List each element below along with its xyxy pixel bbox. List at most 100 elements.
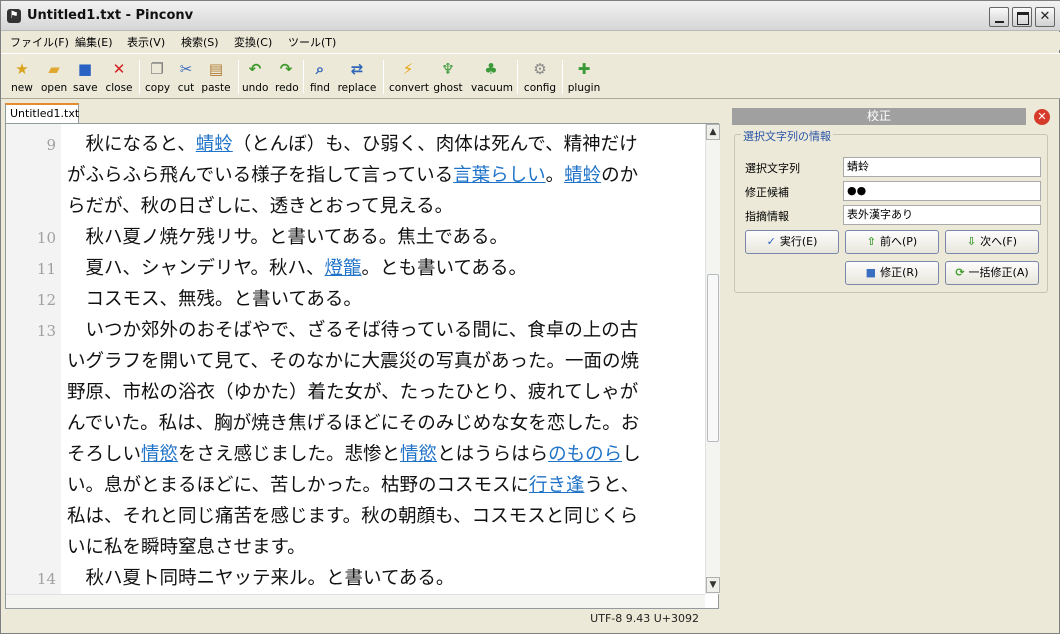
flagged-word[interactable]: 蜻蛉 — [196, 134, 233, 155]
flagged-word[interactable]: 言葉らしい — [453, 165, 546, 186]
toolbar-ghost-button[interactable]: ♆ ghost — [433, 58, 463, 96]
line-text[interactable]: 野原、市松の浴衣（ゆかた）着た女が、たったひとり、疲れてしゃが — [67, 377, 638, 408]
line-text[interactable]: いグラフを開いて見て、そのなかに大震災の写真があった。一面の焼 — [67, 346, 639, 377]
toolbar-copy-button[interactable]: ❐ copy — [145, 58, 170, 96]
menu-item[interactable]: 表示(V) — [127, 33, 165, 51]
button-label: 修正(R) — [880, 266, 919, 279]
menu-item[interactable]: 検索(S) — [181, 33, 219, 51]
line-text[interactable]: コスモス、無残。と書いてある。 — [67, 284, 362, 315]
text-segment: し — [622, 444, 641, 465]
flagged-word[interactable]: 蜻蛉 — [564, 165, 601, 186]
button-label: 一括修正(A) — [968, 266, 1029, 279]
toolbar-vacuum-button[interactable]: ♣ vacuum — [471, 58, 513, 96]
menu-item[interactable]: ファイル(F) — [10, 33, 69, 51]
menu-item[interactable]: ツール(T) — [288, 33, 336, 51]
toolbar-label: save — [73, 82, 98, 94]
panel-close-button[interactable]: ✕ — [1034, 109, 1050, 125]
text-segment: 。 — [545, 165, 565, 186]
flagged-word[interactable]: 燈籠 — [325, 258, 362, 279]
line-text[interactable]: そろしい情慾をさえ感じました。悲惨と情慾とはうらはらのものらし — [67, 439, 641, 470]
line-text[interactable]: んでいた。私は、胸が焼き焦げるほどにそのみじめな女を恋した。お — [67, 408, 639, 439]
line-text[interactable]: いつか郊外のおそばやで、ざるそば待っている間に、食卓の上の古 — [67, 315, 639, 346]
toolbar-close-button[interactable]: ✕ close — [105, 58, 133, 96]
flagged-word[interactable]: のものら — [548, 444, 622, 465]
toolbar-replace-button[interactable]: ⇄ replace — [337, 58, 377, 96]
line-text[interactable]: 私は、それと同じ痛苦を感じます。秋の朝顔も、コスモスと同じくら — [67, 501, 638, 532]
line-text[interactable]: 秋ハ夏ト同時ニヤッテ来ル。と書いてある。 — [67, 563, 455, 594]
window-title: Untitled1.txt - Pinconv — [27, 8, 194, 23]
line-text[interactable]: 秋ハ夏ノ焼ケ残リサ。と書いてある。焦土である。 — [67, 222, 509, 253]
execute-button[interactable]: ✓ 実行(E) — [745, 230, 839, 254]
scissors-icon: ✂ — [179, 60, 193, 78]
status-bar: UTF-8 9.43 U+3092 — [5, 609, 719, 629]
status-encoding-position: UTF-8 9.43 U+3092 — [590, 612, 699, 625]
toolbar-undo-button[interactable]: ↶ undo — [242, 58, 268, 96]
toolbar-redo-button[interactable]: ↷ redo — [275, 58, 299, 96]
text-segment: コスモス、無残。と書いてある。 — [67, 289, 362, 310]
toolbar-label: ghost — [433, 82, 463, 94]
toolbar-plugin-button[interactable]: ✚ plugin — [567, 58, 601, 96]
toolbar-paste-button[interactable]: ▤ paste — [201, 58, 231, 96]
field-label: 選択文字列 — [745, 162, 800, 175]
flagged-word[interactable]: 情慾 — [141, 444, 178, 465]
toolbar-cut-button[interactable]: ✂ cut — [175, 58, 197, 96]
toolbar-config-button[interactable]: ⚙ config — [523, 58, 557, 96]
text-segment: （とんぼ）も、ひ弱く、肉体は死んで、精神だけ — [232, 134, 638, 155]
flagged-word[interactable]: 行き逢 — [529, 475, 585, 496]
gear-icon: ⚙ — [533, 60, 547, 78]
maximize-button[interactable] — [1012, 7, 1032, 27]
flagged-word[interactable]: 情慾 — [400, 444, 437, 465]
text-editor[interactable]: 9 秋になると、蜻蛉（とんぼ）も、ひ弱く、肉体は死んで、精神だけ がふらふら飛んで… — [5, 123, 720, 609]
tab-untitled1[interactable]: Untitled1.txt — [5, 103, 79, 123]
toolbar-new-button[interactable]: ★ new — [11, 58, 33, 96]
toolbar-save-button[interactable]: ■ save — [73, 58, 98, 96]
scroll-down-button[interactable]: ▼ — [706, 577, 720, 593]
title-bar[interactable]: ⚑ Untitled1.txt - Pinconv ✕ — [1, 1, 1060, 31]
toolbar-label: new — [11, 82, 33, 94]
line-text[interactable]: がふらふら飛んでいる様子を指して言っている言葉らしい。蜻蛉のか — [67, 160, 638, 191]
menu-item[interactable]: 編集(E) — [75, 33, 113, 51]
line-text[interactable]: い。息がとまるほどに、苦しかった。枯野のコスモスに行き逢うと、 — [67, 470, 639, 501]
next-button[interactable]: ⇩ 次へ(F) — [945, 230, 1039, 254]
copy-icon: ❐ — [150, 60, 164, 78]
line-number: 11 — [36, 260, 56, 278]
toolbar-label: redo — [275, 82, 299, 94]
close-x-icon: ✕ — [112, 60, 126, 78]
fix-button[interactable]: ■ 修正(R) — [845, 261, 939, 285]
text-segment: いに私を瞬時窒息させます。 — [67, 537, 306, 558]
editor-line: いに私を瞬時窒息させます。 — [6, 532, 706, 563]
proofread-panel: 校正 ✕ 選択文字列の情報 選択文字列 蜻蛉 修正候補 ●● 指摘情報 表外漢字… — [732, 108, 1050, 628]
previous-button[interactable]: ⇧ 前へ(P) — [845, 230, 939, 254]
suggestion-field[interactable]: ●● — [843, 181, 1041, 201]
vertical-scrollbar[interactable]: ▲ ▼ — [705, 124, 720, 594]
close-window-button[interactable]: ✕ — [1035, 7, 1055, 27]
line-text[interactable]: 秋になると、蜻蛉（とんぼ）も、ひ弱く、肉体は死んで、精神だけ — [67, 129, 638, 160]
minimize-button[interactable] — [989, 7, 1009, 27]
line-text[interactable]: らだが、秋の日ざしに、透きとおって見える。 — [67, 191, 453, 222]
field-note: 指摘情報 表外漢字あり — [743, 205, 1043, 225]
text-segment: 夏ハ、シャンデリヤ。秋ハ、 — [67, 258, 325, 279]
line-text[interactable]: 夏ハ、シャンデリヤ。秋ハ、燈籠。とも書いてある。 — [67, 253, 527, 284]
text-segment: らだが、秋の日ざしに、透きとおって見える。 — [67, 196, 454, 217]
menu-item[interactable]: 変換(C) — [234, 33, 272, 51]
toolbar-label: convert — [389, 82, 429, 94]
field-selected-string: 選択文字列 蜻蛉 — [743, 157, 1043, 177]
text-segment: んでいた。私は、胸が焼き焦げるほどにそのみじめな女を恋した。お — [67, 413, 640, 434]
note-field[interactable]: 表外漢字あり — [843, 205, 1041, 225]
scroll-thumb[interactable] — [707, 274, 719, 442]
scroll-up-button[interactable]: ▲ — [706, 124, 720, 140]
toolbar-find-button[interactable]: ⌕ find — [309, 58, 331, 96]
spellcheck-icon: ✓ — [766, 235, 776, 248]
selected-string-field[interactable]: 蜻蛉 — [843, 157, 1041, 177]
editor-line: んでいた。私は、胸が焼き焦げるほどにそのみじめな女を恋した。お — [6, 408, 706, 439]
fix-all-button[interactable]: ⟳ 一括修正(A) — [945, 261, 1039, 285]
horizontal-scrollbar[interactable] — [6, 594, 705, 608]
line-text[interactable]: いに私を瞬時窒息させます。 — [67, 532, 306, 563]
undo-arrow-icon: ↶ — [248, 60, 262, 78]
editor-text-area[interactable]: 9 秋になると、蜻蛉（とんぼ）も、ひ弱く、肉体は死んで、精神だけ がふらふら飛んで… — [6, 124, 706, 594]
text-segment: 私は、それと同じ痛苦を感じます。秋の朝顔も、コスモスと同じくら — [67, 506, 639, 527]
toolbar-convert-button[interactable]: ⚡ convert — [389, 58, 429, 96]
puzzle-icon: ✚ — [577, 60, 591, 78]
toolbar-open-button[interactable]: ▰ open — [41, 58, 67, 96]
panel-splitter[interactable] — [723, 101, 727, 629]
